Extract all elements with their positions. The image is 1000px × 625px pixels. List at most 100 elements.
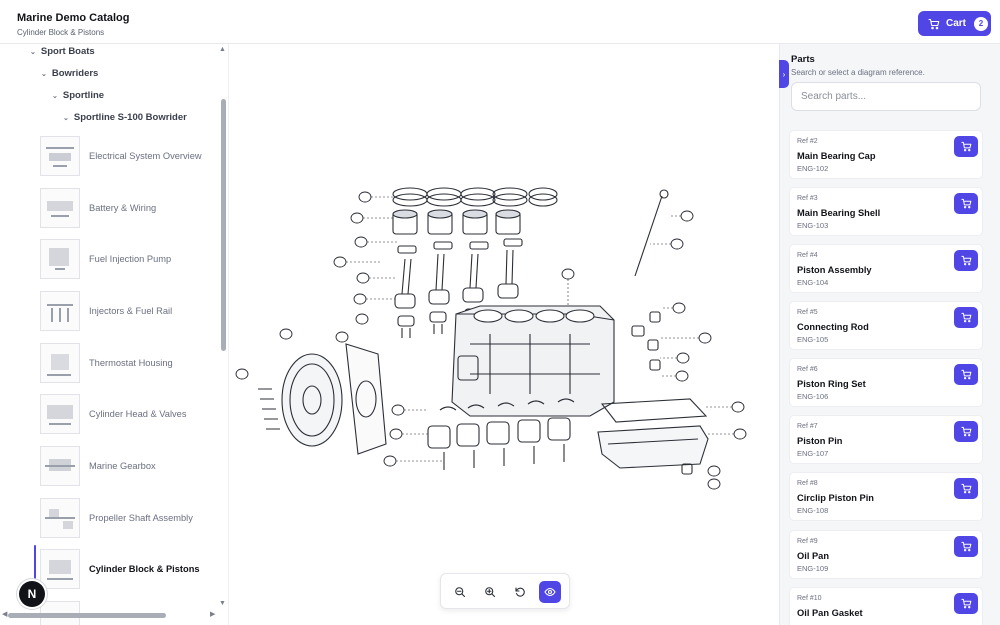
pistons xyxy=(392,209,521,235)
add-to-cart-button[interactable] xyxy=(954,250,978,271)
diagram-item-electrical[interactable]: Electrical System Overview xyxy=(34,132,218,179)
diagram-thumbnail xyxy=(40,290,80,331)
left-vertical-scroll-thumb[interactable] xyxy=(221,99,226,351)
diagram-item-fuel-pump[interactable]: Fuel Injection Pump xyxy=(34,235,218,282)
chevron-down-icon: ⌄ xyxy=(63,114,69,122)
left-horizontal-scroll-thumb[interactable] xyxy=(8,613,166,618)
chevron-down-icon: ⌄ xyxy=(52,92,58,100)
app-header: Marine Demo Catalog Cylinder Block & Pis… xyxy=(0,0,1000,44)
diagram-item-cylinder-head[interactable]: Cylinder Head & Valves xyxy=(34,390,218,437)
diagram-thumbnail xyxy=(40,445,80,486)
part-card[interactable]: Ref #2 Main Bearing Cap ENG-102 xyxy=(789,130,983,179)
part-name: Circlip Piston Pin xyxy=(797,493,874,503)
oil-pan-assembly xyxy=(597,398,709,469)
cart-icon xyxy=(960,369,971,380)
dipstick xyxy=(634,189,669,277)
scroll-down-arrow-icon[interactable]: ▼ xyxy=(219,600,226,607)
eye-icon xyxy=(544,587,556,597)
zoom-in-icon xyxy=(485,587,496,598)
engine-block-diagram[interactable] xyxy=(230,44,779,574)
part-name: Connecting Rod xyxy=(797,322,869,332)
cart-icon xyxy=(960,141,971,152)
diagram-item-injectors[interactable]: Injectors & Fuel Rail xyxy=(34,287,218,334)
add-to-cart-button[interactable] xyxy=(954,307,978,328)
part-ref: Ref #2 xyxy=(797,138,818,145)
zoom-out-button[interactable] xyxy=(449,581,471,603)
cart-icon xyxy=(960,541,971,552)
diagram-thumbnail xyxy=(40,187,80,228)
zoom-out-icon xyxy=(455,587,466,598)
part-number: ENG-109 xyxy=(797,564,829,573)
cart-icon xyxy=(960,426,971,437)
part-ref: Ref #4 xyxy=(797,252,818,259)
n-logo-badge[interactable]: N xyxy=(19,581,45,607)
part-card[interactable]: Ref #7 Piston Pin ENG-107 xyxy=(789,415,983,464)
part-number: ENG-105 xyxy=(797,335,829,344)
diagram-navigation-panel: ⌄ Sport Boats ⌄ Bowriders ⌄ Sportline ⌄ … xyxy=(0,44,229,625)
part-card[interactable]: Ref #9 Oil Pan ENG-109 xyxy=(789,530,983,579)
part-card[interactable]: Ref #3 Main Bearing Shell ENG-103 xyxy=(789,187,983,236)
piston-pins xyxy=(397,238,523,254)
diagram-thumbnail xyxy=(40,238,80,279)
current-diagram-subtitle: Cylinder Block & Pistons xyxy=(17,28,105,37)
diagram-item-thermostat[interactable]: Thermostat Housing xyxy=(34,339,218,386)
tree-node-sportline-s100[interactable]: ⌄ Sportline S-100 Bowrider xyxy=(63,112,187,123)
scroll-right-arrow-icon[interactable]: ▶ xyxy=(210,610,215,618)
part-ref: Ref #8 xyxy=(797,480,818,487)
part-card[interactable]: Ref #6 Piston Ring Set ENG-106 xyxy=(789,358,983,407)
add-to-cart-button[interactable] xyxy=(954,136,978,157)
part-name: Piston Pin xyxy=(797,436,843,446)
parts-panel-subtitle: Search or select a diagram reference. xyxy=(791,68,925,77)
part-card[interactable]: Ref #10 Oil Pan Gasket xyxy=(789,587,983,625)
diagram-item-next[interactable] xyxy=(34,597,218,625)
diagram-item-gearbox[interactable]: Marine Gearbox xyxy=(34,442,218,489)
add-to-cart-button[interactable] xyxy=(954,593,978,614)
diagram-thumbnail xyxy=(40,135,80,176)
part-ref: Ref #3 xyxy=(797,195,818,202)
add-to-cart-button[interactable] xyxy=(954,536,978,557)
part-ref: Ref #6 xyxy=(797,366,818,373)
part-ref: Ref #5 xyxy=(797,309,818,316)
scroll-up-arrow-icon[interactable]: ▲ xyxy=(219,46,226,53)
part-number: ENG-108 xyxy=(797,506,829,515)
diagram-item-battery[interactable]: Battery & Wiring xyxy=(34,184,218,231)
part-number: ENG-102 xyxy=(797,164,829,173)
tree-node-sportline[interactable]: ⌄ Sportline xyxy=(52,90,104,101)
part-card[interactable]: Ref #4 Piston Assembly ENG-104 xyxy=(789,244,983,293)
part-ref: Ref #9 xyxy=(797,538,818,545)
rotate-ccw-icon xyxy=(515,587,525,597)
tree-node-sport-boats[interactable]: ⌄ Sport Boats xyxy=(30,46,95,57)
toggle-visibility-button[interactable] xyxy=(539,581,561,603)
diagram-item-cylinder-block[interactable]: Cylinder Block & Pistons xyxy=(34,545,218,592)
part-number: ENG-104 xyxy=(797,278,829,287)
diagram-thumbnail xyxy=(40,342,80,383)
cart-icon xyxy=(960,198,971,209)
scroll-left-arrow-icon[interactable]: ◀ xyxy=(2,610,7,618)
diagram-item-propeller-shaft[interactable]: Propeller Shaft Assembly xyxy=(34,494,218,541)
cart-icon xyxy=(928,18,940,29)
part-name: Oil Pan xyxy=(797,551,830,561)
tree-node-bowriders[interactable]: ⌄ Bowriders xyxy=(41,68,98,79)
part-name: Main Bearing Shell xyxy=(797,208,881,218)
zoom-in-button[interactable] xyxy=(479,581,501,603)
diagram-thumbnail xyxy=(40,393,80,434)
diagram-thumbnail xyxy=(40,548,80,589)
cart-button[interactable]: Cart 2 xyxy=(918,11,991,36)
flywheel xyxy=(281,343,387,455)
reset-view-button[interactable] xyxy=(509,581,531,603)
part-card[interactable]: Ref #8 Circlip Piston Pin ENG-108 xyxy=(789,472,983,521)
add-to-cart-button[interactable] xyxy=(954,421,978,442)
part-card[interactable]: Ref #5 Connecting Rod ENG-105 xyxy=(789,301,983,350)
part-number: ENG-106 xyxy=(797,392,829,401)
part-number: ENG-103 xyxy=(797,221,829,230)
exploded-diagram-viewer[interactable] xyxy=(230,44,779,625)
part-name: Piston Assembly xyxy=(797,265,872,275)
add-to-cart-button[interactable] xyxy=(954,364,978,385)
parts-search-input[interactable] xyxy=(791,82,981,111)
part-ref: Ref #7 xyxy=(797,423,818,430)
collapse-panel-toggle[interactable]: › xyxy=(779,60,789,88)
add-to-cart-button[interactable] xyxy=(954,478,978,499)
part-name: Oil Pan Gasket xyxy=(797,608,863,618)
add-to-cart-button[interactable] xyxy=(954,193,978,214)
parts-panel-title: Parts xyxy=(791,54,815,65)
